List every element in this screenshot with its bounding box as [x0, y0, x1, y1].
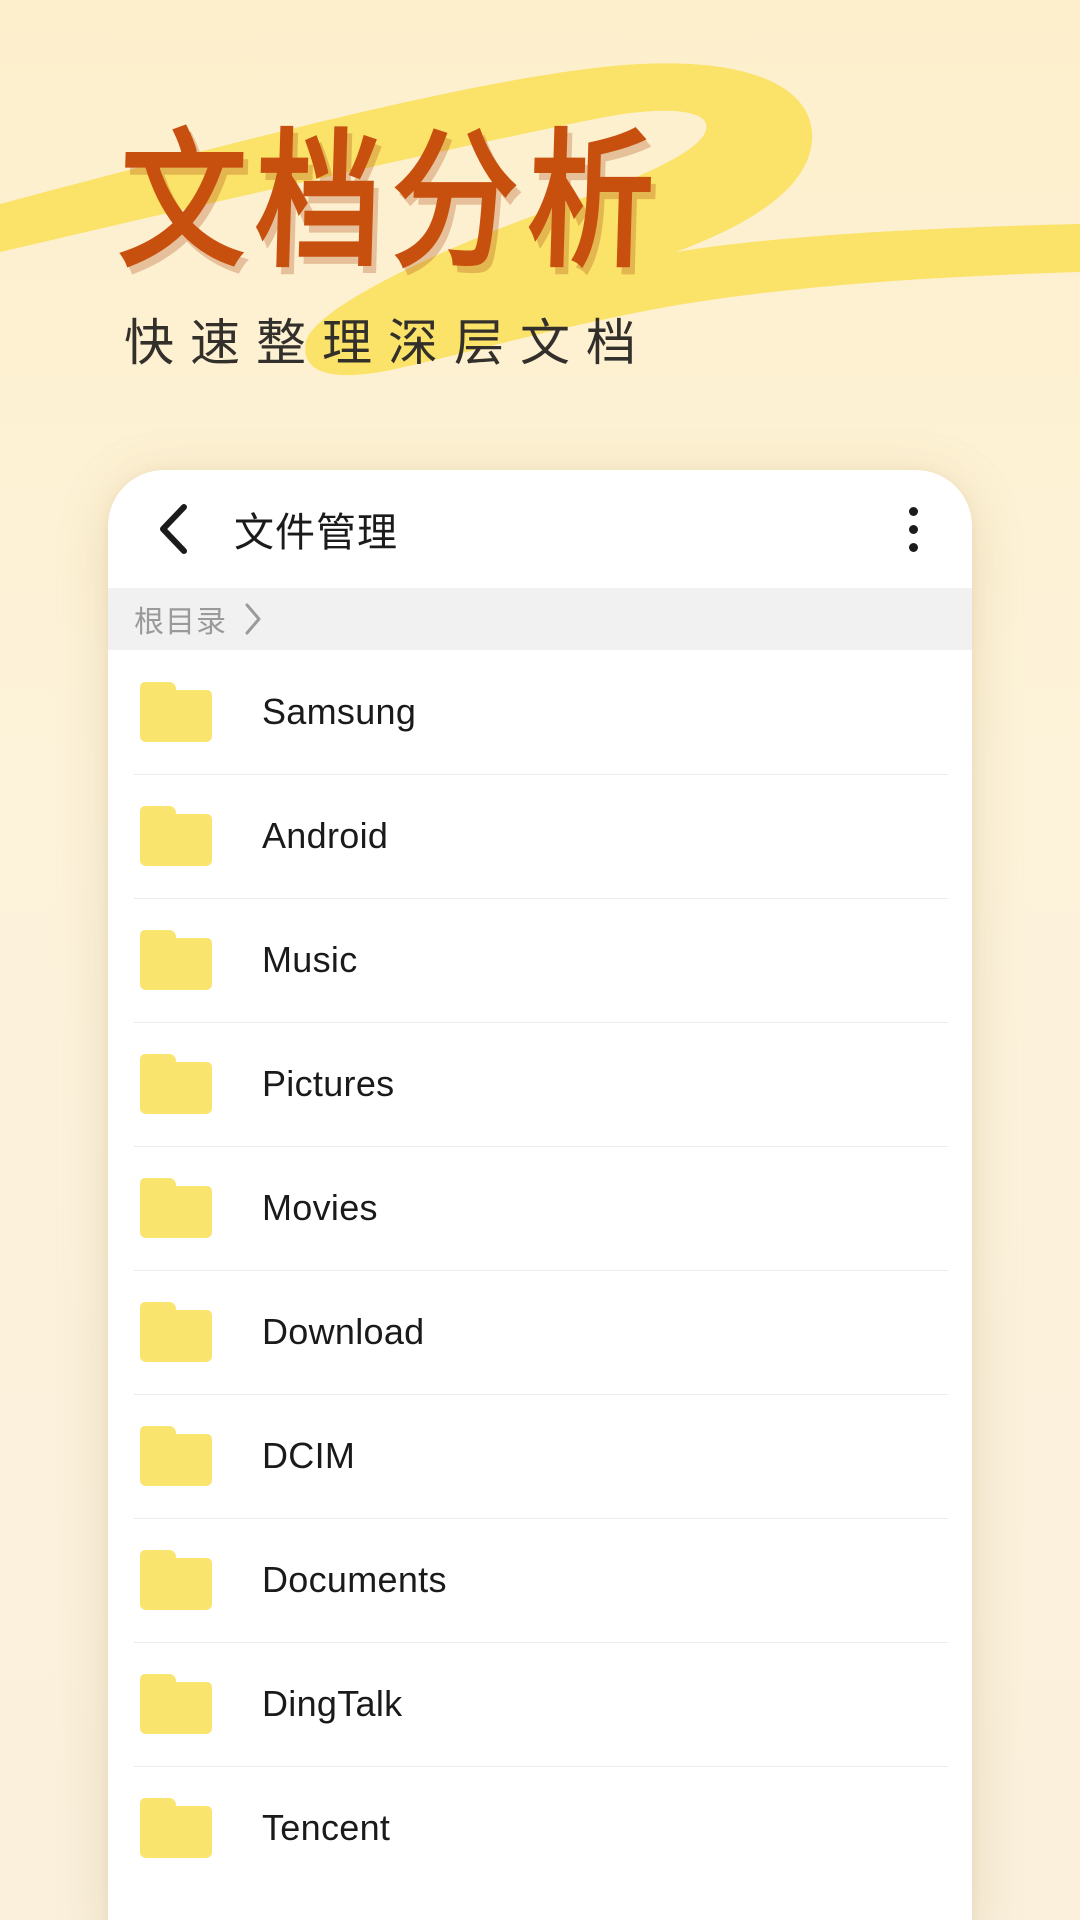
promo-screenshot: 文档分析 快速整理深层文档 文件管理 根目录 Samsung Android M… — [0, 0, 1080, 1920]
breadcrumb-item-root[interactable]: 根目录 — [134, 597, 227, 641]
file-name: Documents — [262, 1559, 447, 1600]
back-button[interactable] — [142, 498, 204, 560]
folder-icon — [140, 1674, 212, 1734]
file-list-item[interactable]: Android — [134, 774, 948, 898]
more-dot — [908, 524, 918, 534]
phone-mockup: 文件管理 根目录 Samsung Android Music Pictures … — [108, 470, 972, 1920]
file-list-item[interactable]: Samsung — [134, 650, 946, 774]
hero-section: 文档分析 快速整理深层文档 — [0, 0, 1080, 420]
file-name: DCIM — [262, 1435, 356, 1476]
folder-icon — [140, 1054, 212, 1114]
file-list-item[interactable]: Movies — [134, 1146, 948, 1270]
file-list-item[interactable]: Pictures — [134, 1022, 948, 1146]
folder-icon — [140, 682, 212, 742]
folder-icon — [140, 1426, 212, 1486]
more-dot — [908, 542, 918, 552]
app-bar: 文件管理 — [108, 470, 972, 588]
folder-icon — [140, 930, 212, 990]
more-dot — [908, 506, 918, 516]
chevron-right-icon — [243, 602, 263, 636]
more-vertical-icon[interactable] — [884, 498, 942, 560]
folder-icon — [140, 1550, 212, 1610]
file-list-item[interactable]: Download — [134, 1270, 948, 1394]
file-list-item[interactable]: DingTalk — [134, 1642, 948, 1766]
file-name: Pictures — [262, 1063, 395, 1104]
file-name: Movies — [262, 1187, 378, 1228]
folder-icon — [140, 1798, 212, 1858]
file-list-item[interactable]: Music — [134, 898, 948, 1022]
breadcrumb[interactable]: 根目录 — [108, 588, 972, 650]
file-name: Download — [262, 1311, 425, 1352]
folder-icon — [140, 1302, 212, 1362]
file-list-item[interactable]: Tencent — [134, 1766, 948, 1890]
file-list-item[interactable]: Documents — [134, 1518, 948, 1642]
app-bar-title: 文件管理 — [234, 511, 398, 555]
folder-icon — [140, 806, 212, 866]
file-name: DingTalk — [262, 1683, 403, 1724]
file-name: Music — [262, 939, 358, 980]
chevron-left-icon — [160, 504, 187, 554]
file-list: Samsung Android Music Pictures Movies Do… — [108, 650, 972, 1890]
file-name: Samsung — [262, 691, 417, 732]
page-subtitle: 快速整理深层文档 — [124, 315, 652, 371]
file-name: Android — [262, 815, 389, 856]
folder-icon — [140, 1178, 212, 1238]
page-title: 文档分析 — [117, 115, 667, 289]
file-list-item[interactable]: DCIM — [134, 1394, 948, 1518]
file-name: Tencent — [262, 1807, 391, 1848]
